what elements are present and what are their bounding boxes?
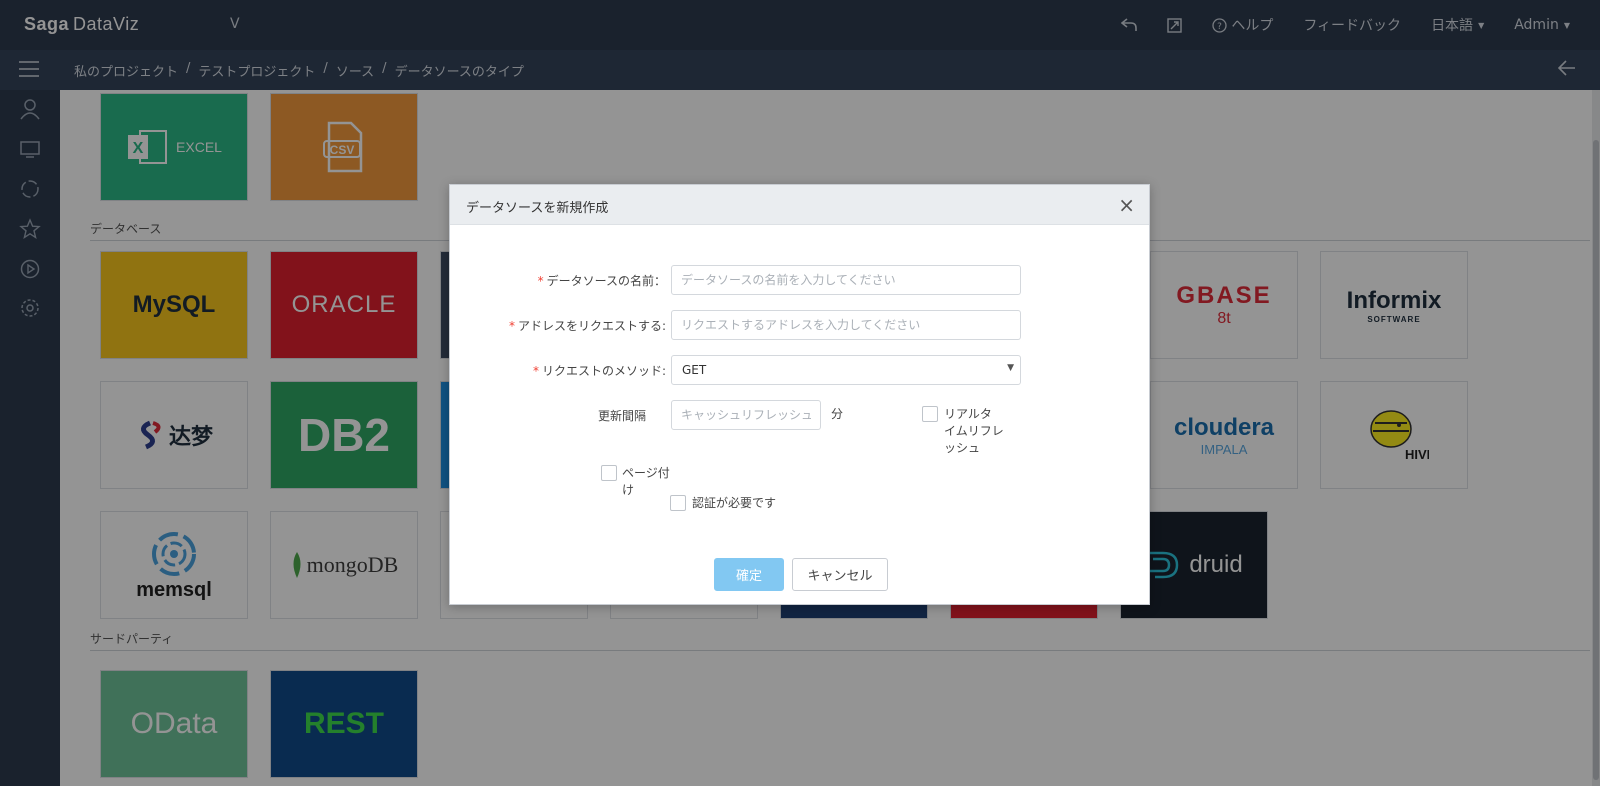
auth-required-checkbox[interactable] bbox=[670, 495, 686, 511]
cancel-button[interactable]: キャンセル bbox=[792, 558, 888, 591]
ok-button[interactable]: 確定 bbox=[714, 558, 784, 591]
auth-required-label: 認証が必要です bbox=[692, 496, 777, 510]
cache-refresh-input[interactable] bbox=[671, 400, 821, 430]
realtime-refresh-checkbox[interactable] bbox=[922, 406, 938, 422]
request-method-select[interactable]: GET ▼ bbox=[671, 355, 1021, 385]
datasource-name-label: * データソースの名前： bbox=[537, 274, 666, 288]
dialog-title: データソースを新規作成 bbox=[466, 201, 609, 216]
datasource-name-input[interactable] bbox=[671, 265, 1021, 295]
paging-label: ページ付け bbox=[622, 466, 670, 497]
caret-down-icon: ▼ bbox=[1007, 363, 1014, 373]
dialog-header: データソースを新規作成 × bbox=[450, 185, 1149, 225]
request-address-input[interactable] bbox=[671, 310, 1021, 340]
refresh-interval-label: 更新間隔 bbox=[597, 409, 646, 423]
create-datasource-dialog: データソースを新規作成 × *データソースの名前： *アドレスをリクエストする:… bbox=[449, 184, 1150, 605]
close-icon[interactable]: × bbox=[1118, 193, 1135, 217]
minute-unit-label: 分 bbox=[831, 407, 844, 421]
request-method-label: * リクエストのメソッド: bbox=[532, 364, 666, 378]
realtime-refresh-label: リアルタ イムリフレ ッシュ bbox=[944, 407, 1004, 455]
request-address-label: * アドレスをリクエストする: bbox=[508, 319, 666, 333]
paging-checkbox[interactable] bbox=[601, 465, 617, 481]
